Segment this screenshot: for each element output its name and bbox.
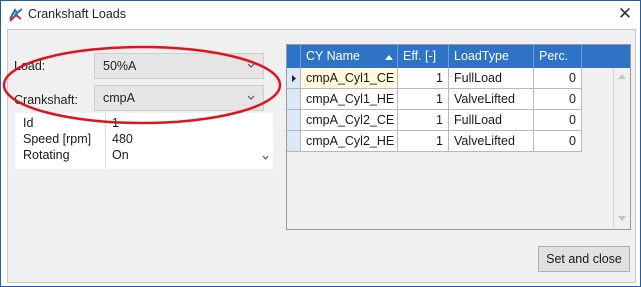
crankshaft-dropdown-value: cmpA [103, 91, 135, 105]
cell-eff[interactable]: 1 [398, 68, 449, 89]
load-dropdown-value: 50%A [103, 59, 137, 73]
table-row[interactable]: cmpA_Cyl2_HE 1 ValveLifted 0 [287, 131, 582, 152]
row-header [287, 110, 301, 131]
cell-eff[interactable]: 1 [398, 110, 449, 131]
property-row-speed[interactable]: Speed [rpm] 480 [15, 132, 273, 147]
cell-load-type[interactable]: ValveLifted [449, 89, 534, 110]
cell-cy-name[interactable]: cmpA_Cyl1_HE [301, 89, 398, 110]
property-value[interactable]: On [112, 148, 129, 162]
column-header-cy-name[interactable]: CY Name [301, 45, 398, 68]
property-name: Speed [rpm] [23, 132, 92, 146]
chevron-down-icon [245, 59, 257, 71]
property-name: Rotating [23, 148, 70, 162]
chevron-down-icon [245, 91, 257, 103]
row-pointer-icon [287, 68, 301, 89]
crankshaft-label: Crankshaft: [14, 93, 78, 107]
column-header-perc[interactable]: Perc. [534, 45, 582, 68]
property-row-id[interactable]: Id 1 [15, 116, 273, 131]
cell-eff[interactable]: 1 [398, 89, 449, 110]
title-bar: Crankshaft Loads ✕ [1, 1, 640, 29]
set-and-close-button[interactable]: Set and close [538, 246, 630, 272]
row-header [287, 89, 301, 110]
cell-load-type[interactable]: FullLoad [449, 68, 534, 89]
load-dropdown[interactable]: 50%A [94, 53, 264, 79]
cell-perc[interactable]: 0 [534, 131, 582, 152]
grid-header: CY Name Eff. [-] LoadType Perc. [287, 45, 630, 68]
cell-load-type[interactable]: ValveLifted [449, 131, 534, 152]
column-header-load-type[interactable]: LoadType [449, 45, 534, 68]
cell-cy-name[interactable]: cmpA_Cyl1_CE [301, 68, 398, 89]
cell-perc[interactable]: 0 [534, 89, 582, 110]
sort-ascending-icon [385, 55, 393, 60]
cylinder-load-grid: CY Name Eff. [-] LoadType Perc. cmpA_Cyl… [286, 44, 631, 230]
crankshaft-dropdown[interactable]: cmpA [94, 85, 264, 111]
close-icon[interactable]: ✕ [614, 3, 636, 25]
property-row-rotating[interactable]: Rotating On [15, 148, 273, 163]
cell-cy-name[interactable]: cmpA_Cyl2_CE [301, 110, 398, 131]
property-value[interactable]: 1 [112, 116, 119, 130]
cell-eff[interactable]: 1 [398, 131, 449, 152]
table-row[interactable]: cmpA_Cyl1_HE 1 ValveLifted 0 [287, 89, 582, 110]
window-title: Crankshaft Loads [28, 7, 126, 21]
cell-cy-name[interactable]: cmpA_Cyl2_HE [301, 131, 398, 152]
table-row[interactable]: cmpA_Cyl1_CE 1 FullLoad 0 [287, 68, 582, 89]
row-header-corner [287, 45, 301, 68]
chevron-down-icon[interactable] [261, 151, 270, 160]
dialog-window: Crankshaft Loads ✕ Load: 50%A Crankshaft… [0, 0, 641, 287]
cell-load-type[interactable]: FullLoad [449, 110, 534, 131]
scroll-down-icon[interactable] [617, 215, 627, 223]
vertical-scrollbar[interactable] [613, 68, 630, 229]
crankshaft-app-icon [8, 7, 24, 23]
cell-perc[interactable]: 0 [534, 110, 582, 131]
column-header-eff[interactable]: Eff. [-] [398, 45, 449, 68]
scroll-up-icon[interactable] [617, 72, 627, 80]
load-label: Load: [14, 59, 46, 73]
row-header [287, 131, 301, 152]
property-value[interactable]: 480 [112, 132, 133, 146]
cell-perc[interactable]: 0 [534, 68, 582, 89]
property-grid: Id 1 Speed [rpm] 480 Rotating On [15, 113, 273, 169]
column-header-label: CY Name [306, 49, 360, 63]
property-name: Id [23, 116, 34, 130]
table-row[interactable]: cmpA_Cyl2_CE 1 FullLoad 0 [287, 110, 582, 131]
